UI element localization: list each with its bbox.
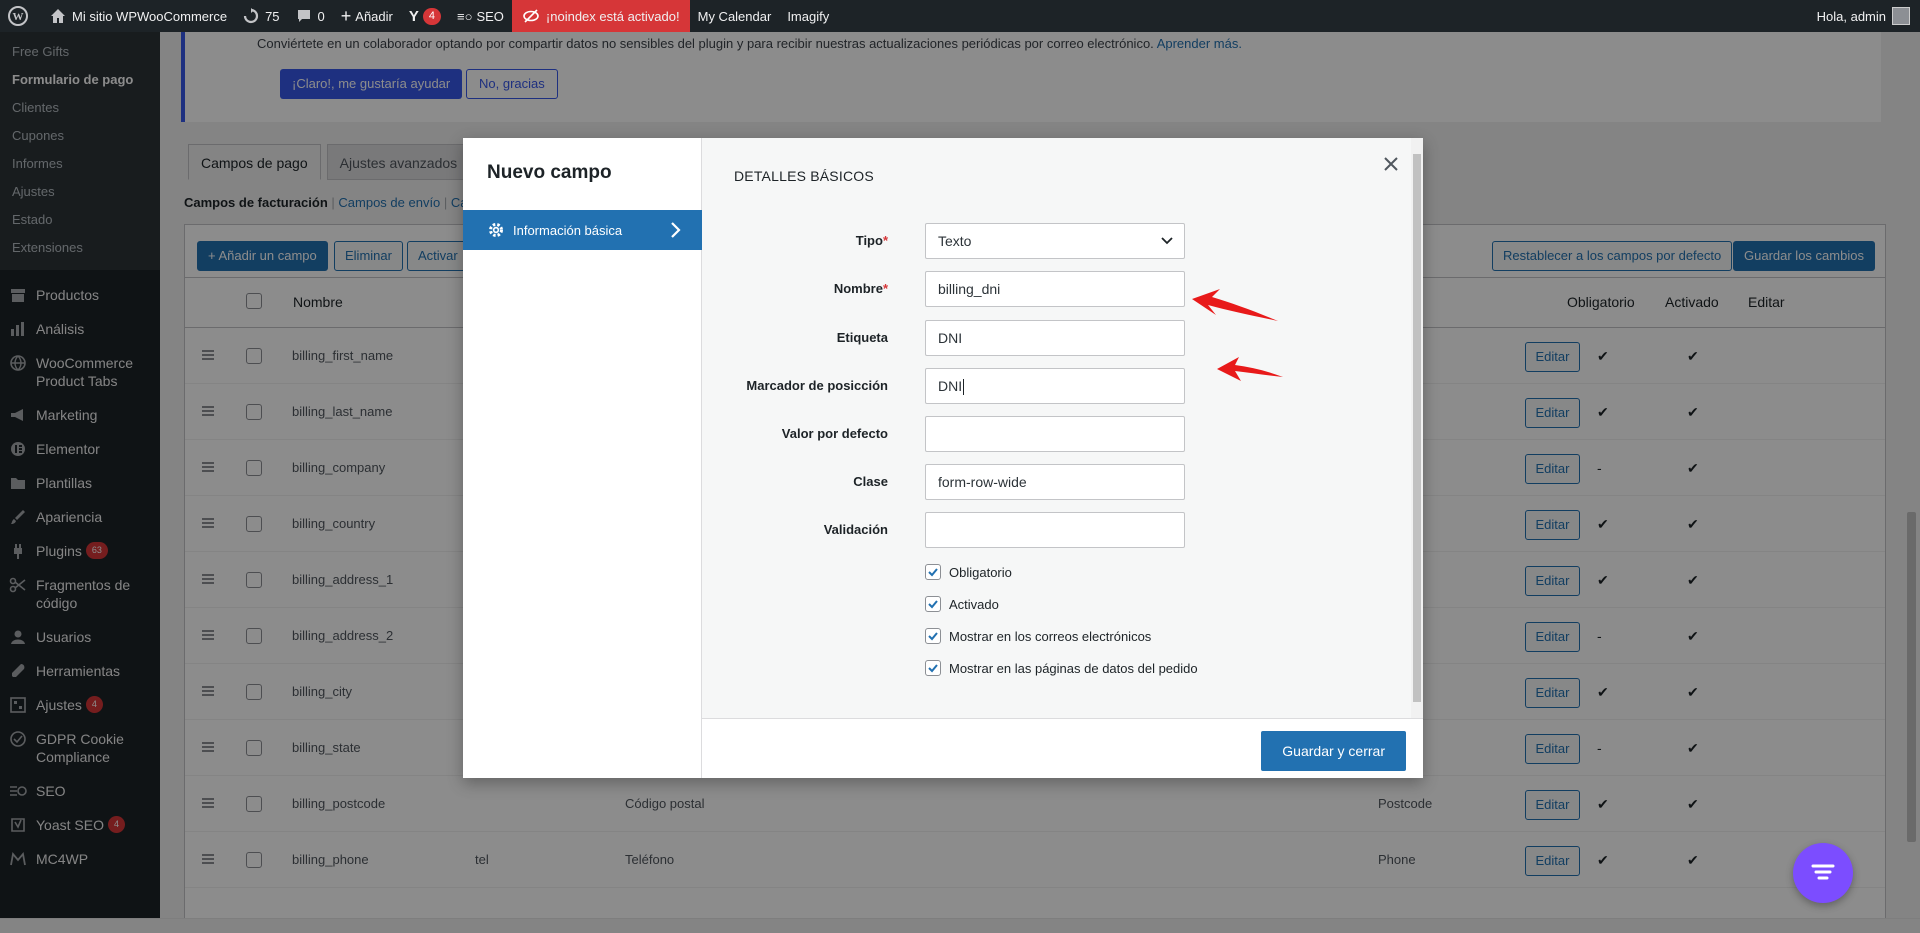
enabled-checkbox[interactable]: Activado <box>925 594 999 614</box>
show-in-emails-label: Mostrar en los correos electrónicos <box>949 628 1152 644</box>
label-input[interactable]: DNI <box>925 320 1185 356</box>
imagify-link[interactable]: Imagify <box>779 0 837 32</box>
name-input[interactable]: billing_dni <box>925 271 1185 307</box>
show-in-emails-checkbox[interactable]: Mostrar en los correos electrónicos <box>925 626 1151 646</box>
annotation-arrow-icon <box>1217 357 1283 381</box>
checkbox-checked[interactable] <box>925 564 941 580</box>
yoast-badge: 4 <box>422 7 441 25</box>
required-checkbox-label: Obligatorio <box>949 564 1012 580</box>
annotation-arrow-icon <box>1192 289 1278 321</box>
nav-basic-info-label: Información básica <box>513 222 623 238</box>
class-label: Clase <box>853 474 888 489</box>
class-input[interactable]: form-row-wide <box>925 464 1185 500</box>
add-new-label: Añadir <box>355 8 393 24</box>
field-name-row: Nombre* billing_dni <box>702 271 1402 307</box>
wordpress-icon: W <box>8 6 28 26</box>
account-menu[interactable]: Hola, admin <box>1809 0 1920 32</box>
default-input[interactable] <box>925 416 1185 452</box>
comments-count: 0 <box>317 8 325 24</box>
wordpress-logo[interactable]: W <box>0 0 42 32</box>
calendar-link[interactable]: My Calendar <box>690 0 780 32</box>
refresh-icon <box>243 8 259 24</box>
noindex-warning[interactable]: ¡noindex está activado! <box>511 0 690 32</box>
site-name: Mi sitio WPWooCommerce <box>72 8 228 24</box>
type-label: Tipo* <box>856 233 888 248</box>
chevron-down-icon <box>1161 237 1173 245</box>
seo-link[interactable]: ≡○ SEO <box>449 0 512 32</box>
save-and-close-button[interactable]: Guardar y cerrar <box>1261 731 1406 771</box>
check-icon <box>928 568 938 577</box>
placeholder-value: DNI <box>938 378 963 394</box>
nav-basic-info[interactable]: Información básica <box>463 210 702 250</box>
modal-scrollbar[interactable] <box>1411 138 1423 718</box>
required-checkbox[interactable]: Obligatorio <box>925 562 1012 582</box>
type-value: Texto <box>938 233 972 249</box>
modal-title: Nuevo campo <box>487 162 612 183</box>
eye-slash-icon <box>523 9 539 23</box>
gear-icon <box>489 223 503 237</box>
modal-footer: Guardar y cerrar <box>702 718 1423 778</box>
label-label: Etiqueta <box>836 330 888 345</box>
check-icon <box>928 632 938 641</box>
field-validation-row: Validación <box>702 512 1402 548</box>
updates-count: 75 <box>265 8 280 24</box>
enabled-checkbox-label: Activado <box>949 596 999 612</box>
add-new-link[interactable]: + Añadir <box>333 0 401 32</box>
checkbox-checked[interactable] <box>925 628 941 644</box>
check-icon <box>928 600 938 609</box>
validation-label: Validación <box>823 522 888 537</box>
menu-icon <box>1811 864 1835 880</box>
home-icon <box>51 9 65 23</box>
check-icon <box>928 664 938 673</box>
show-in-order-pages-checkbox[interactable]: Mostrar en las páginas de datos del pedi… <box>925 658 1198 678</box>
chevron-right-icon <box>671 222 681 238</box>
greeting: Hola, admin <box>1816 8 1886 24</box>
section-title: DETALLES BÁSICOS <box>734 168 874 184</box>
field-label-row: Etiqueta DNI <box>702 320 1402 356</box>
seo-label: SEO <box>476 8 504 24</box>
comments-link[interactable]: 0 <box>288 0 333 32</box>
name-label-text: Nombre <box>833 281 883 296</box>
checkbox-checked[interactable] <box>925 596 941 612</box>
checkbox-checked[interactable] <box>925 660 941 676</box>
avatar <box>1892 7 1910 25</box>
type-select[interactable]: Texto <box>925 223 1185 259</box>
chat-launcher-button[interactable] <box>1793 843 1853 903</box>
admin-bar: W Mi sitio WPWooCommerce 75 0 + Añadir Y… <box>0 0 1920 32</box>
placeholder-label: Marcador de posicción <box>746 378 888 393</box>
close-icon[interactable] <box>1383 156 1399 172</box>
updates-link[interactable]: 75 <box>235 0 287 32</box>
new-field-modal: Nuevo campo Información básica DETALLES … <box>463 138 1423 778</box>
comment-icon <box>297 10 310 22</box>
name-label: Nombre* <box>834 281 888 296</box>
calendar-label: My Calendar <box>697 8 772 24</box>
field-class-row: Clase form-row-wide <box>702 464 1402 500</box>
show-in-order-pages-label: Mostrar en las páginas de datos del pedi… <box>949 660 1198 676</box>
field-default-row: Valor por defecto <box>702 416 1402 452</box>
required-asterisk: * <box>882 233 888 248</box>
site-name-link[interactable]: Mi sitio WPWooCommerce <box>42 0 235 32</box>
placeholder-input[interactable]: DNI <box>925 368 1185 404</box>
type-label-text: Tipo <box>855 233 883 248</box>
noindex-label: ¡noindex está activado! <box>545 8 680 24</box>
field-placeholder-row: Marcador de posicción DNI <box>702 368 1402 404</box>
default-label: Valor por defecto <box>781 426 888 441</box>
yoast-link[interactable]: Y 4 <box>401 0 449 32</box>
imagify-label: Imagify <box>787 8 830 24</box>
modal-nav: Nuevo campo Información básica <box>463 138 702 778</box>
yoast-icon: Y <box>408 7 419 25</box>
seo-icon: ≡○ <box>457 8 473 24</box>
required-asterisk: * <box>882 281 888 296</box>
field-type-row: Tipo* Texto <box>702 223 1402 259</box>
plus-icon: + <box>340 5 352 26</box>
text-cursor <box>963 379 965 396</box>
svg-text:W: W <box>13 11 24 23</box>
modal-body: DETALLES BÁSICOS Tipo* Texto Nombre* bil… <box>702 138 1423 778</box>
validation-input[interactable] <box>925 512 1185 548</box>
